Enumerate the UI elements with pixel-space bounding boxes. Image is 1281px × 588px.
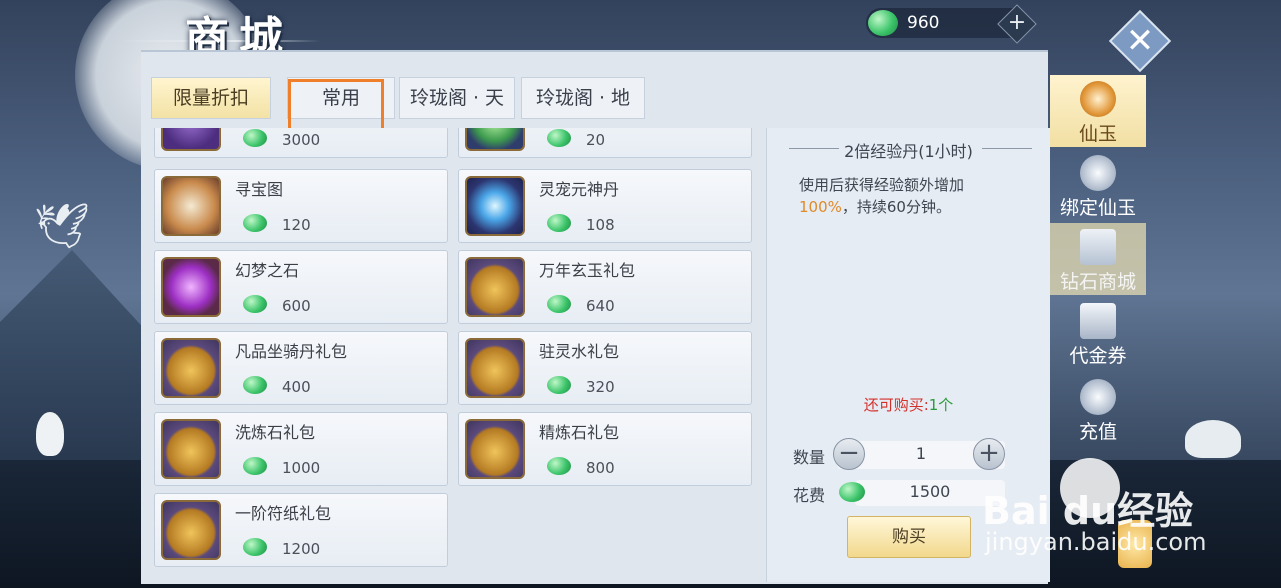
shop-item[interactable]: 寻宝图 120	[154, 169, 448, 243]
shop-item[interactable]: 驻灵水礼包 320	[458, 331, 752, 405]
treasure-chest-icon	[465, 338, 525, 398]
shop-item[interactable]: 凡品坐骑丹礼包 400	[154, 331, 448, 405]
close-icon: ✕	[1125, 21, 1155, 61]
sidebar-item-voucher[interactable]: 代金券	[1050, 297, 1146, 369]
desc-text: 使用后获得经验额外增加	[799, 176, 965, 194]
crane-icon: 🕊	[34, 201, 90, 252]
sidebar-item-xianyu[interactable]: 仙玉	[1050, 75, 1146, 147]
jade-price-icon	[243, 457, 267, 475]
jade-price-icon	[547, 129, 571, 147]
plus-icon: +	[1007, 10, 1027, 35]
bound-jade-icon	[1080, 155, 1116, 191]
mountain-decoration	[0, 250, 160, 490]
jade-price-icon	[243, 129, 267, 147]
lotus-flower-decoration	[1185, 420, 1241, 458]
decrease-quantity-button[interactable]: −	[833, 438, 865, 470]
tab-linglong-sky[interactable]: 玲珑阁 · 天	[399, 77, 515, 119]
close-button[interactable]: ✕	[1108, 9, 1172, 73]
treasure-chest-icon	[465, 419, 525, 479]
sidebar-item-diamond-shop[interactable]: 钻石商城	[1050, 223, 1146, 295]
item-name: 洗炼石礼包	[235, 423, 316, 442]
item-price: 120	[282, 216, 311, 234]
treasure-map-icon	[161, 176, 221, 236]
quantity-label: 数量	[793, 448, 826, 467]
item-name: 精炼石礼包	[539, 423, 620, 442]
buy-button[interactable]: 购买	[847, 516, 971, 558]
jade-price-icon	[547, 295, 571, 313]
sidebar-item-label: 仙玉	[1078, 123, 1117, 145]
item-grid: 3000 20 寻宝图 120 灵宠元神丹 108 幻梦之石 600 万年玄玉礼…	[152, 128, 756, 580]
item-name: 万年玄玉礼包	[539, 261, 636, 280]
voucher-icon	[1080, 303, 1116, 339]
shop-item[interactable]: 灵宠元神丹 108	[458, 169, 752, 243]
increase-quantity-button[interactable]: +	[973, 438, 1005, 470]
remain-count: 1个	[928, 396, 954, 414]
remain-label: 还可购买:	[863, 396, 929, 414]
shop-item[interactable]: 幻梦之石 600	[154, 250, 448, 324]
jade-currency-icon	[868, 10, 898, 36]
detail-description: 使用后获得经验额外增加 100%，持续60分钟。	[799, 174, 1029, 218]
jade-price-icon	[243, 538, 267, 556]
shop-item[interactable]: 20	[458, 128, 752, 158]
recharge-icon	[1080, 379, 1116, 415]
jade-price-icon	[547, 376, 571, 394]
watermark-url: jingyan.baidu.com	[985, 528, 1207, 556]
item-price: 400	[282, 378, 311, 396]
jade-price-icon	[243, 376, 267, 394]
sidebar-item-bound-xianyu[interactable]: 绑定仙玉	[1050, 149, 1146, 221]
title-divider-right	[982, 148, 1032, 149]
treasure-chest-icon	[161, 419, 221, 479]
tab-limited-discount[interactable]: 限量折扣	[151, 77, 271, 119]
item-price: 640	[586, 297, 615, 315]
watermark-brand: Bai du经验	[982, 489, 1194, 533]
tab-highlight-box	[288, 79, 384, 134]
item-name: 灵宠元神丹	[539, 180, 620, 199]
jade-price-icon	[547, 457, 571, 475]
item-price: 320	[586, 378, 615, 396]
remaining-purchases: 还可购买:1个	[767, 394, 1050, 415]
item-price: 20	[586, 131, 606, 149]
item-name: 幻梦之石	[235, 261, 300, 280]
green-item-icon	[465, 128, 525, 151]
desc-percent: 100%	[799, 198, 842, 216]
purple-crystal-icon	[161, 257, 221, 317]
currency-value: 960	[907, 13, 940, 33]
item-price: 1000	[282, 459, 321, 477]
jade-price-icon	[243, 214, 267, 232]
shop-item[interactable]: 万年玄玉礼包 640	[458, 250, 752, 324]
purple-item-icon	[161, 128, 221, 151]
sidebar-item-label: 钻石商城	[1059, 271, 1136, 293]
shop-item[interactable]: 精炼石礼包 800	[458, 412, 752, 486]
tab-linglong-earth[interactable]: 玲珑阁 · 地	[521, 77, 645, 119]
detail-title: 2倍经验丹(1小时)	[844, 142, 973, 161]
jade-price-icon	[243, 295, 267, 313]
item-name: 寻宝图	[235, 180, 284, 199]
item-name: 驻灵水礼包	[539, 342, 620, 361]
shop-item[interactable]: 洗炼石礼包 1000	[154, 412, 448, 486]
sidebar-item-label: 充值	[1078, 421, 1117, 443]
item-price: 1200	[282, 540, 321, 558]
lotus-bud-decoration	[36, 412, 64, 456]
sidebar-item-label: 代金券	[1069, 345, 1127, 367]
desc-text-end: ，持续60分钟。	[841, 198, 951, 216]
item-price: 800	[586, 459, 615, 477]
shop-house-icon	[1080, 229, 1116, 265]
item-price: 108	[586, 216, 615, 234]
sidebar-item-label: 绑定仙玉	[1059, 197, 1136, 219]
treasure-chest-icon	[161, 338, 221, 398]
treasure-chest-icon	[161, 500, 221, 560]
item-price: 600	[282, 297, 311, 315]
sidebar-item-recharge[interactable]: 充值	[1050, 373, 1146, 445]
item-name: 凡品坐骑丹礼包	[235, 342, 348, 361]
shop-item[interactable]: 3000	[154, 128, 448, 158]
treasure-chest-icon	[465, 257, 525, 317]
shop-item[interactable]: 一阶符纸礼包 1200	[154, 493, 448, 567]
jade-coin-icon	[1080, 81, 1116, 117]
item-name: 一阶符纸礼包	[235, 504, 332, 523]
spirit-drop-icon	[465, 176, 525, 236]
item-price: 3000	[282, 131, 321, 149]
jade-price-icon	[547, 214, 571, 232]
cost-label: 花费	[793, 486, 826, 505]
